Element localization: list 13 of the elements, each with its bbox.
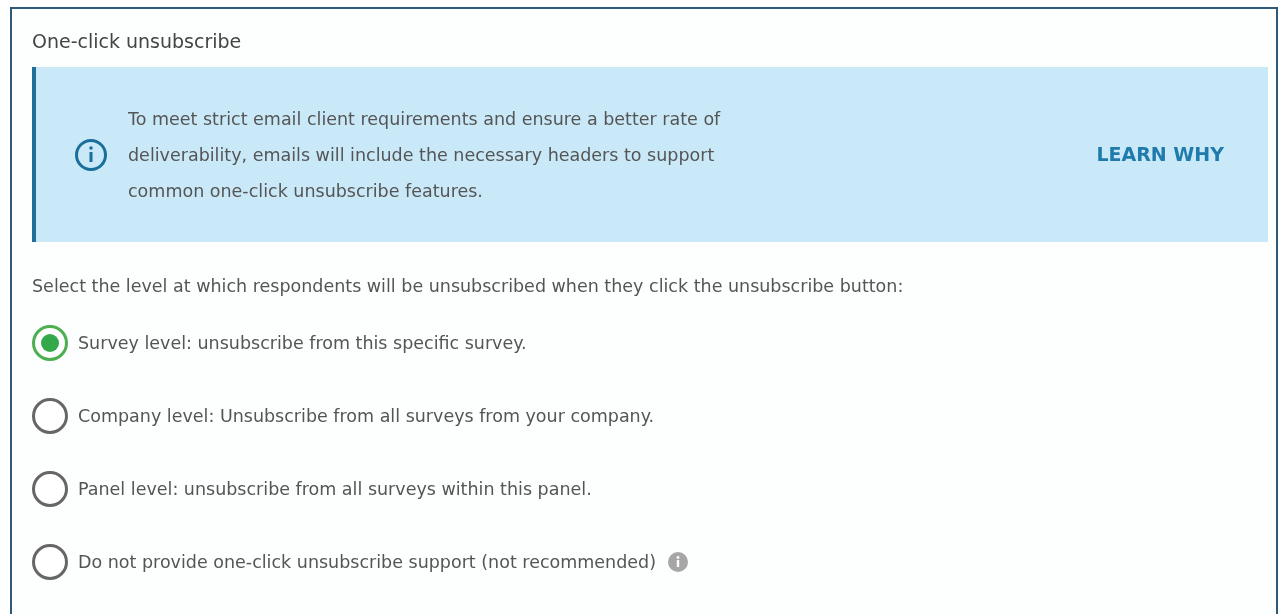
option-label[interactable]: Do not provide one-click unsubscribe support (not recommended) xyxy=(78,548,656,576)
option-label[interactable]: Company level: Unsubscribe from all surveys from your company. xyxy=(78,402,655,430)
learn-why-link[interactable]: LEARN WHY xyxy=(1096,140,1224,169)
radio-button[interactable] xyxy=(32,325,68,361)
option-label[interactable]: Panel level: unsubscribe from all surveys within this panel. xyxy=(78,475,592,503)
instruction-text: Select the level at which respondents will be unsubscribed when they click the unsubscribe button: xyxy=(32,275,905,298)
info-icon xyxy=(74,137,108,172)
radio-button[interactable] xyxy=(32,471,68,507)
radio-button[interactable] xyxy=(32,398,68,434)
info-message: To meet strict email client requirements and ensure a better rate of deliverability, emails will include the necessary headers to support common one-click unsubscribe features. xyxy=(128,107,722,203)
section-title: One-click unsubscribe xyxy=(32,29,243,53)
option-label[interactable]: Survey level: unsubscribe from this specific survey. xyxy=(78,329,527,357)
radio-button[interactable] xyxy=(32,544,68,580)
